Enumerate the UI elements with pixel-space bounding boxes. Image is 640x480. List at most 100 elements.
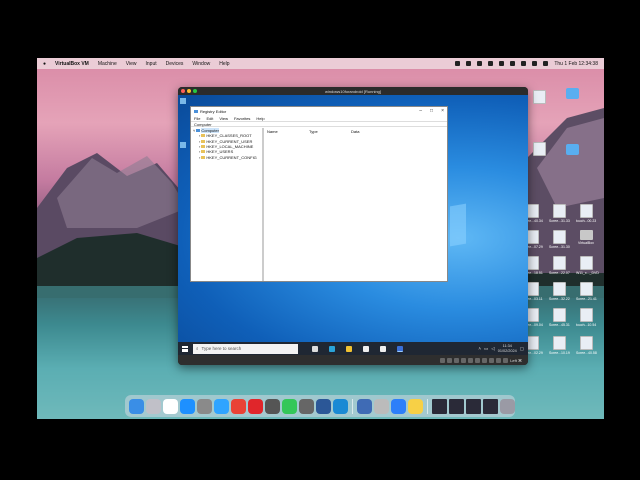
desktop-file-icon[interactable]: Scree...22.07 [549,256,570,275]
cpu-status-icon[interactable] [496,357,502,363]
notification-icon[interactable]: ▢ [520,346,524,352]
control-center-icon[interactable] [543,61,549,66]
desktop-file-icon[interactable]: Scree...45.31 [549,308,570,327]
desktop-file-icon[interactable] [562,144,582,156]
mail-icon[interactable] [380,345,386,352]
notes-icon[interactable] [408,398,423,414]
window-thumb-3[interactable] [466,398,481,414]
edge-icon[interactable] [329,345,335,352]
task-view-icon[interactable] [312,345,318,352]
virtualbox-vm-window[interactable]: windows10forandroid [Running] Registry E… [178,87,528,365]
close-icon[interactable]: × [441,108,444,114]
desktop-file-icon[interactable] [529,142,549,157]
hdd-status-icon[interactable] [440,357,446,363]
desktop-file-icon[interactable]: touch...00.23 [576,204,596,223]
registry-editor-window[interactable]: Registry Editor – □ × File Edit View Fav… [190,106,448,282]
word-icon[interactable] [315,398,331,414]
status-icon-3[interactable] [477,61,483,66]
zoom-window-button[interactable] [193,89,197,93]
display-status-icon[interactable] [482,357,488,363]
start-button[interactable] [182,345,188,352]
expand-arrow-icon[interactable]: › [199,144,200,149]
recording-status-icon[interactable] [489,357,495,363]
desktop-file-icon[interactable]: Scree...32.22 [549,282,570,301]
battery-icon[interactable] [510,61,516,66]
expand-arrow-icon[interactable]: › [199,139,200,144]
window-thumb-2[interactable] [449,398,464,414]
desktop-file-icon[interactable]: Scree...40.58 [576,336,597,355]
close-window-button[interactable] [181,89,185,93]
desktop-file-icon[interactable] [562,88,582,100]
messages-icon[interactable] [281,398,297,414]
recycle-bin-icon[interactable] [180,98,186,104]
menu-devices[interactable]: Devices [166,61,184,67]
mouse-integration-icon[interactable] [503,357,509,363]
desktop-file-icon[interactable]: Scree...21.41 [576,282,597,301]
vm-title-bar[interactable]: windows10forandroid [Running] [178,87,528,95]
column-type[interactable]: Type [309,129,351,134]
menu-input[interactable]: Input [146,61,157,67]
menu-edit[interactable]: Edit [206,116,213,121]
calendar-icon[interactable] [162,398,178,414]
collapse-arrow-icon[interactable]: ˅ [193,128,195,133]
status-icon-2[interactable] [466,61,472,66]
desktop-file-icon[interactable]: Scree...31.33 [549,204,570,223]
store-icon[interactable] [363,345,369,352]
shared-folder-status-icon[interactable] [475,357,481,363]
optical-status-icon[interactable] [447,357,453,363]
tree-item-hkcc[interactable]: › HKEY_CURRENT_CONFIG [193,154,262,160]
desktop-file-icon[interactable] [529,90,549,105]
desktop-file-icon[interactable]: W11_x..._DVD [576,256,599,275]
menu-view[interactable]: View [126,61,137,67]
chevron-up-icon[interactable]: ˄ [478,346,481,351]
window-thumb-1[interactable] [432,398,447,414]
app-store-icon[interactable] [179,398,195,414]
audio-status-icon[interactable] [454,357,460,363]
minimize-icon[interactable]: – [419,108,422,114]
preview-icon[interactable] [374,398,389,414]
network-icon[interactable]: ▭ [484,346,488,352]
desktop-file-icon[interactable]: touch...10.54 [576,308,596,327]
chrome-icon[interactable] [230,398,246,414]
usb-status-icon[interactable] [468,357,474,363]
window-thumb-4[interactable] [483,398,498,414]
menu-file[interactable]: File [194,116,200,121]
menu-help[interactable]: Help [256,116,264,121]
address-bar[interactable]: Computer [191,121,447,127]
registry-values-pane[interactable]: Name Type Data [267,128,447,281]
trash-icon[interactable] [500,398,515,414]
desktop-file-icon[interactable]: VirtualBox [576,230,596,245]
guest-desktop-icon[interactable] [180,142,186,148]
taskbar-search-box[interactable]: ⌕ Type here to search [193,343,298,354]
desktop-file-icon[interactable]: Scree...10.19 [549,336,570,355]
menu-view[interactable]: View [219,116,228,121]
volume-icon[interactable]: ◁ [491,346,494,352]
opera-icon[interactable] [247,398,263,414]
maximize-icon[interactable]: □ [430,108,433,114]
screenshot-icon[interactable] [264,398,280,414]
edge-icon[interactable] [332,398,348,414]
safari-icon[interactable] [213,398,229,414]
status-icon-1[interactable] [455,61,461,66]
virtualbox-icon[interactable] [357,398,372,414]
registry-title-bar[interactable]: Registry Editor – □ × [191,107,447,115]
menubar-clock[interactable]: Thu 1 Feb 12:34:38 [554,61,598,67]
regedit-taskbar-icon[interactable] [397,345,403,352]
launchpad-icon[interactable] [145,398,161,414]
expand-arrow-icon[interactable]: › [199,155,200,160]
menu-help[interactable]: Help [219,61,229,67]
network-status-icon[interactable] [461,357,467,363]
file-explorer-icon[interactable] [346,345,352,352]
status-icon-4[interactable] [488,61,494,66]
windows-guest-desktop[interactable]: Registry Editor – □ × File Edit View Fav… [178,95,528,355]
system-settings-icon[interactable] [196,398,212,414]
calculator-icon[interactable] [298,398,314,414]
expand-arrow-icon[interactable]: › [199,133,200,138]
taskbar-clock[interactable]: 11:34 01/02/2024 [498,344,517,353]
search-icon[interactable] [532,61,538,66]
wifi-icon[interactable] [521,61,527,66]
keynote-icon[interactable] [391,398,406,414]
apple-icon[interactable]: ● [43,61,46,67]
menu-window[interactable]: Window [192,61,210,67]
column-name[interactable]: Name [267,129,309,134]
